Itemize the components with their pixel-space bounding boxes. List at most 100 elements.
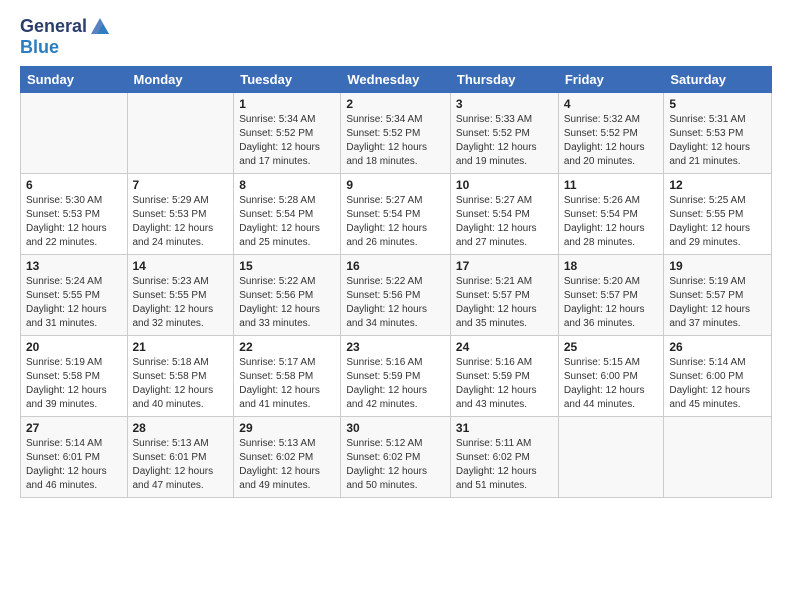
- day-info: Sunrise: 5:21 AM Sunset: 5:57 PM Dayligh…: [456, 275, 553, 331]
- calendar-cell: 27 Sunrise: 5:14 AM Sunset: 6:01 PM Dayli…: [21, 417, 128, 498]
- weekday-header-tuesday: Tuesday: [234, 67, 341, 93]
- day-info: Sunrise: 5:19 AM Sunset: 5:57 PM Dayligh…: [669, 275, 766, 331]
- calendar-cell: 7 Sunrise: 5:29 AM Sunset: 5:53 PM Daylig…: [127, 174, 234, 255]
- calendar-cell: [127, 93, 234, 174]
- calendar-cell: 18 Sunrise: 5:20 AM Sunset: 5:57 PM Dayli…: [558, 255, 664, 336]
- calendar-cell: 31Sunrise: 5:11 AM Sunset: 6:02 PM Dayli…: [450, 417, 558, 498]
- day-info: Sunrise: 5:27 AM Sunset: 5:54 PM Dayligh…: [346, 194, 445, 250]
- calendar-cell: 16Sunrise: 5:22 AM Sunset: 5:56 PM Dayli…: [341, 255, 451, 336]
- day-info: Sunrise: 5:18 AM Sunset: 5:58 PM Dayligh…: [133, 356, 229, 412]
- calendar-cell: 5 Sunrise: 5:31 AM Sunset: 5:53 PM Daylig…: [664, 93, 772, 174]
- day-number: 10: [456, 178, 553, 192]
- day-number: 7: [133, 178, 229, 192]
- weekday-header-wednesday: Wednesday: [341, 67, 451, 93]
- day-number: 21: [133, 340, 229, 354]
- logo-text-blue: Blue: [20, 37, 59, 57]
- calendar-cell: 12 Sunrise: 5:25 AM Sunset: 5:55 PM Dayli…: [664, 174, 772, 255]
- calendar-table: SundayMondayTuesdayWednesdayThursdayFrid…: [20, 66, 772, 498]
- day-info: Sunrise: 5:14 AM Sunset: 6:00 PM Dayligh…: [669, 356, 766, 412]
- day-info: Sunrise: 5:34 AM Sunset: 5:52 PM Dayligh…: [239, 113, 335, 169]
- calendar-cell: [21, 93, 128, 174]
- day-info: Sunrise: 5:16 AM Sunset: 5:59 PM Dayligh…: [346, 356, 445, 412]
- calendar-week-row: 27 Sunrise: 5:14 AM Sunset: 6:01 PM Dayli…: [21, 417, 772, 498]
- calendar-cell: 21 Sunrise: 5:18 AM Sunset: 5:58 PM Dayli…: [127, 336, 234, 417]
- calendar-cell: 25Sunrise: 5:15 AM Sunset: 6:00 PM Dayli…: [558, 336, 664, 417]
- day-number: 1: [239, 97, 335, 111]
- day-info: Sunrise: 5:33 AM Sunset: 5:52 PM Dayligh…: [456, 113, 553, 169]
- day-number: 27: [26, 421, 122, 435]
- calendar-cell: 14 Sunrise: 5:23 AM Sunset: 5:55 PM Dayli…: [127, 255, 234, 336]
- day-number: 5: [669, 97, 766, 111]
- weekday-header-row: SundayMondayTuesdayWednesdayThursdayFrid…: [21, 67, 772, 93]
- day-number: 28: [133, 421, 229, 435]
- calendar-cell: 3 Sunrise: 5:33 AM Sunset: 5:52 PM Daylig…: [450, 93, 558, 174]
- page-header: General Blue: [20, 16, 772, 58]
- weekday-header-friday: Friday: [558, 67, 664, 93]
- calendar-cell: [558, 417, 664, 498]
- calendar-cell: 13 Sunrise: 5:24 AM Sunset: 5:55 PM Dayli…: [21, 255, 128, 336]
- weekday-header-monday: Monday: [127, 67, 234, 93]
- weekday-header-sunday: Sunday: [21, 67, 128, 93]
- calendar-cell: 2Sunrise: 5:34 AM Sunset: 5:52 PM Daylig…: [341, 93, 451, 174]
- calendar-cell: 6Sunrise: 5:30 AM Sunset: 5:53 PM Daylig…: [21, 174, 128, 255]
- calendar-week-row: 1 Sunrise: 5:34 AM Sunset: 5:52 PM Daylig…: [21, 93, 772, 174]
- day-number: 9: [346, 178, 445, 192]
- day-number: 11: [564, 178, 659, 192]
- calendar-cell: 4 Sunrise: 5:32 AM Sunset: 5:52 PM Daylig…: [558, 93, 664, 174]
- day-info: Sunrise: 5:30 AM Sunset: 5:53 PM Dayligh…: [26, 194, 122, 250]
- calendar-cell: 28Sunrise: 5:13 AM Sunset: 6:01 PM Dayli…: [127, 417, 234, 498]
- day-info: Sunrise: 5:23 AM Sunset: 5:55 PM Dayligh…: [133, 275, 229, 331]
- calendar-week-row: 13 Sunrise: 5:24 AM Sunset: 5:55 PM Dayli…: [21, 255, 772, 336]
- day-number: 19: [669, 259, 766, 273]
- calendar-cell: 23 Sunrise: 5:16 AM Sunset: 5:59 PM Dayli…: [341, 336, 451, 417]
- day-info: Sunrise: 5:15 AM Sunset: 6:00 PM Dayligh…: [564, 356, 659, 412]
- day-info: Sunrise: 5:34 AM Sunset: 5:52 PM Dayligh…: [346, 113, 445, 169]
- day-number: 15: [239, 259, 335, 273]
- calendar-cell: 10 Sunrise: 5:27 AM Sunset: 5:54 PM Dayli…: [450, 174, 558, 255]
- day-info: Sunrise: 5:26 AM Sunset: 5:54 PM Dayligh…: [564, 194, 659, 250]
- day-info: Sunrise: 5:22 AM Sunset: 5:56 PM Dayligh…: [239, 275, 335, 331]
- day-number: 16: [346, 259, 445, 273]
- calendar-cell: 1 Sunrise: 5:34 AM Sunset: 5:52 PM Daylig…: [234, 93, 341, 174]
- day-info: Sunrise: 5:11 AM Sunset: 6:02 PM Dayligh…: [456, 437, 553, 493]
- day-info: Sunrise: 5:13 AM Sunset: 6:02 PM Dayligh…: [239, 437, 335, 493]
- day-number: 12: [669, 178, 766, 192]
- day-info: Sunrise: 5:31 AM Sunset: 5:53 PM Dayligh…: [669, 113, 766, 169]
- calendar-cell: 30 Sunrise: 5:12 AM Sunset: 6:02 PM Dayli…: [341, 417, 451, 498]
- day-number: 17: [456, 259, 553, 273]
- calendar-cell: 22Sunrise: 5:17 AM Sunset: 5:58 PM Dayli…: [234, 336, 341, 417]
- day-info: Sunrise: 5:24 AM Sunset: 5:55 PM Dayligh…: [26, 275, 122, 331]
- day-number: 4: [564, 97, 659, 111]
- day-info: Sunrise: 5:12 AM Sunset: 6:02 PM Dayligh…: [346, 437, 445, 493]
- day-number: 3: [456, 97, 553, 111]
- logo-text-general: General: [20, 17, 87, 37]
- calendar-page: General Blue SundayMondayTuesdayWednesda…: [0, 0, 792, 508]
- calendar-cell: 26 Sunrise: 5:14 AM Sunset: 6:00 PM Dayli…: [664, 336, 772, 417]
- day-number: 26: [669, 340, 766, 354]
- day-info: Sunrise: 5:28 AM Sunset: 5:54 PM Dayligh…: [239, 194, 335, 250]
- day-info: Sunrise: 5:25 AM Sunset: 5:55 PM Dayligh…: [669, 194, 766, 250]
- day-info: Sunrise: 5:29 AM Sunset: 5:53 PM Dayligh…: [133, 194, 229, 250]
- day-number: 30: [346, 421, 445, 435]
- calendar-week-row: 20Sunrise: 5:19 AM Sunset: 5:58 PM Dayli…: [21, 336, 772, 417]
- calendar-cell: 9 Sunrise: 5:27 AM Sunset: 5:54 PM Daylig…: [341, 174, 451, 255]
- day-number: 23: [346, 340, 445, 354]
- day-number: 22: [239, 340, 335, 354]
- calendar-week-row: 6Sunrise: 5:30 AM Sunset: 5:53 PM Daylig…: [21, 174, 772, 255]
- day-number: 29: [239, 421, 335, 435]
- day-number: 13: [26, 259, 122, 273]
- calendar-cell: 29 Sunrise: 5:13 AM Sunset: 6:02 PM Dayli…: [234, 417, 341, 498]
- calendar-cell: 8Sunrise: 5:28 AM Sunset: 5:54 PM Daylig…: [234, 174, 341, 255]
- day-info: Sunrise: 5:27 AM Sunset: 5:54 PM Dayligh…: [456, 194, 553, 250]
- day-number: 14: [133, 259, 229, 273]
- day-info: Sunrise: 5:14 AM Sunset: 6:01 PM Dayligh…: [26, 437, 122, 493]
- calendar-cell: 17 Sunrise: 5:21 AM Sunset: 5:57 PM Dayli…: [450, 255, 558, 336]
- logo: General Blue: [20, 16, 111, 58]
- day-info: Sunrise: 5:32 AM Sunset: 5:52 PM Dayligh…: [564, 113, 659, 169]
- day-number: 24: [456, 340, 553, 354]
- weekday-header-thursday: Thursday: [450, 67, 558, 93]
- calendar-cell: 11 Sunrise: 5:26 AM Sunset: 5:54 PM Dayli…: [558, 174, 664, 255]
- day-number: 18: [564, 259, 659, 273]
- calendar-cell: 15 Sunrise: 5:22 AM Sunset: 5:56 PM Dayli…: [234, 255, 341, 336]
- day-info: Sunrise: 5:20 AM Sunset: 5:57 PM Dayligh…: [564, 275, 659, 331]
